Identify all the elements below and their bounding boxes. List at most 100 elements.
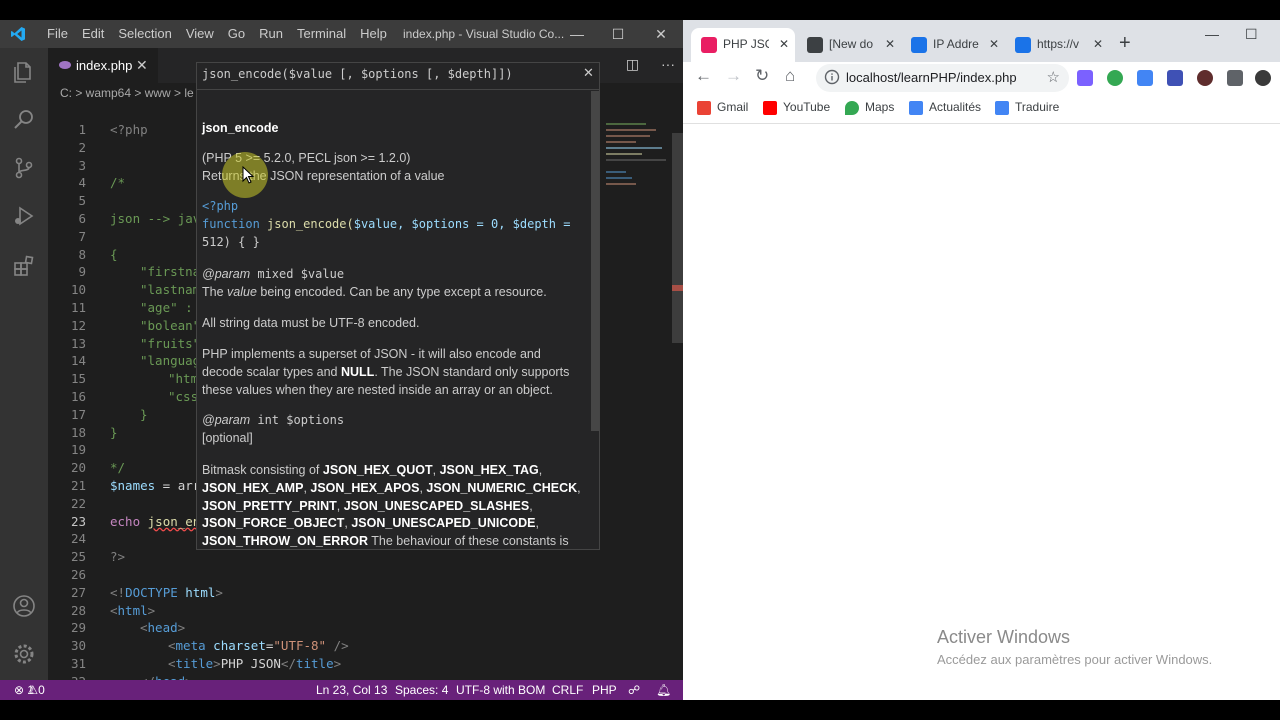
accounts-icon[interactable] [12, 594, 36, 618]
code-line[interactable]: 27 <!DOCTYPE html> [48, 584, 598, 602]
minimize-icon[interactable]: — [1205, 26, 1219, 42]
tab-close-icon[interactable]: ✕ [1093, 28, 1103, 60]
code-line[interactable]: 31 <title>PHP JSON</title> [48, 655, 598, 673]
code-line[interactable]: 32 </head> [48, 673, 598, 680]
vscode-logo-icon [11, 27, 25, 41]
tab-close-icon[interactable]: ✕ [136, 48, 148, 83]
gmail-icon [697, 100, 711, 115]
menu-help[interactable]: Help [353, 20, 394, 48]
browser-tab-php-json[interactable]: PHP JSO ✕ [691, 28, 795, 62]
menu-view[interactable]: View [179, 20, 221, 48]
bookmark-youtube[interactable]: YouTube [763, 96, 830, 118]
bookmark-traduire[interactable]: Traduire [995, 96, 1059, 118]
profile-avatar[interactable] [1255, 70, 1271, 86]
code-text: ?> [110, 549, 126, 565]
editor-actions: ◫ ··· [626, 56, 675, 73]
param-options: @param int $options [202, 413, 345, 427]
scroll-thumb[interactable] [672, 133, 683, 343]
bookmark-maps[interactable]: Maps [845, 96, 894, 118]
explorer-icon[interactable] [12, 60, 36, 84]
line-number: 12 [70, 317, 86, 333]
notifications-bell-icon[interactable]: 🔔︎ [656, 680, 671, 700]
extension-icon[interactable] [1197, 70, 1213, 86]
cursor-position[interactable]: Ln 23, Col 13 [316, 680, 387, 700]
extension-icon[interactable] [1167, 70, 1183, 86]
info-icon[interactable] [824, 69, 840, 85]
feedback-icon[interactable]: ☍ [628, 680, 640, 700]
minimize-icon[interactable]: — [557, 20, 597, 48]
vscode-titlebar: File Edit Selection View Go Run Terminal… [0, 20, 683, 48]
menu-edit[interactable]: Edit [75, 20, 111, 48]
maximize-icon[interactable]: ☐ [598, 20, 638, 48]
hover-close-icon[interactable]: ✕ [583, 65, 594, 81]
extension-icon[interactable] [1077, 70, 1093, 86]
minimap[interactable] [600, 103, 672, 680]
tab-index-php[interactable]: index.php ✕ [48, 48, 158, 83]
bookmark-star-icon[interactable]: ☆ [1047, 68, 1060, 86]
home-icon[interactable]: ⌂ [785, 66, 795, 86]
line-number: 4 [78, 175, 86, 191]
tab-close-icon[interactable]: ✕ [885, 28, 895, 60]
bookmark-actualites[interactable]: Actualités [909, 96, 981, 118]
line-number: 29 [70, 620, 86, 636]
code-line[interactable]: 29 <head> [48, 619, 598, 637]
menu-run[interactable]: Run [252, 20, 290, 48]
more-actions-icon[interactable]: ··· [661, 56, 675, 72]
settings-gear-icon[interactable] [12, 642, 36, 666]
maximize-icon[interactable]: ☐ [1245, 26, 1258, 43]
superset-line-1: PHP implements a superset of JSON - it w… [202, 347, 541, 361]
forward-arrow-icon[interactable]: → [725, 66, 742, 86]
code-text: */ [110, 460, 126, 476]
line-number: 11 [70, 300, 86, 315]
extensions-puzzle-icon[interactable] [1227, 70, 1243, 86]
address-bar[interactable]: localhost/learnPHP/index.php ☆ [816, 64, 1069, 92]
bitmask-line-3: JSON_PRETTY_PRINT, JSON_UNESCAPED_SLASHE… [202, 499, 533, 513]
param-value: @param mixed $value [202, 267, 345, 281]
source-control-icon[interactable] [12, 156, 36, 180]
run-debug-icon[interactable] [12, 204, 36, 228]
back-arrow-icon[interactable]: ← [695, 66, 712, 86]
line-number: 18 [70, 424, 86, 440]
code-line[interactable]: 25 ?> [48, 548, 598, 566]
line-number: 10 [70, 282, 86, 298]
code-line[interactable]: 26 [48, 566, 598, 584]
url-text[interactable]: localhost/learnPHP/index.php [846, 64, 1017, 92]
new-tab-icon[interactable]: + [1119, 32, 1131, 55]
menu-go[interactable]: Go [221, 20, 252, 48]
extension-icon[interactable] [1137, 70, 1153, 86]
code-line[interactable]: 30 <meta charset="UTF-8" /> [48, 637, 598, 655]
problems-indicator[interactable]: ⊗ 1 ⚠ 0 [14, 680, 45, 700]
line-number: 26 [70, 567, 86, 582]
tab-close-icon[interactable]: ✕ [779, 28, 789, 60]
line-ending[interactable]: CRLF [552, 680, 583, 700]
line-number: 14 [70, 353, 86, 369]
vertical-scrollbar[interactable] [672, 103, 683, 680]
extensions-icon[interactable] [12, 254, 36, 278]
minimap-preview [606, 123, 666, 185]
encoding[interactable]: UTF-8 with BOM [456, 680, 545, 700]
menu-terminal[interactable]: Terminal [290, 20, 353, 48]
maps-icon [845, 100, 859, 115]
indentation[interactable]: Spaces: 4 [395, 680, 448, 700]
reload-icon[interactable]: ↻ [755, 66, 769, 86]
hover-scrollbar[interactable] [591, 91, 599, 431]
browser-tab-new-document[interactable]: [New do ✕ [797, 28, 901, 62]
news-icon [909, 100, 923, 115]
code-text: $names = arr [110, 478, 201, 493]
line-number: 19 [70, 442, 86, 458]
close-window-icon[interactable]: ✕ [641, 20, 681, 48]
activity-bar [0, 48, 48, 680]
browser-tab-ip-address[interactable]: IP Addre ✕ [901, 28, 1005, 62]
extension-icon[interactable] [1107, 70, 1123, 86]
bookmark-gmail[interactable]: Gmail [697, 96, 748, 118]
code-line[interactable]: 28 <html> [48, 602, 598, 620]
menu-selection[interactable]: Selection [111, 20, 178, 48]
breadcrumb[interactable]: C: > wamp64 > www > le [60, 83, 194, 103]
search-icon[interactable] [12, 108, 36, 132]
browser-tab-https[interactable]: https://v ✕ [1005, 28, 1109, 62]
tab-close-icon[interactable]: ✕ [989, 28, 999, 60]
code-text: "css [168, 389, 199, 404]
menu-file[interactable]: File [40, 20, 75, 48]
language-mode[interactable]: PHP [592, 680, 617, 700]
split-editor-icon[interactable]: ◫ [626, 56, 639, 72]
